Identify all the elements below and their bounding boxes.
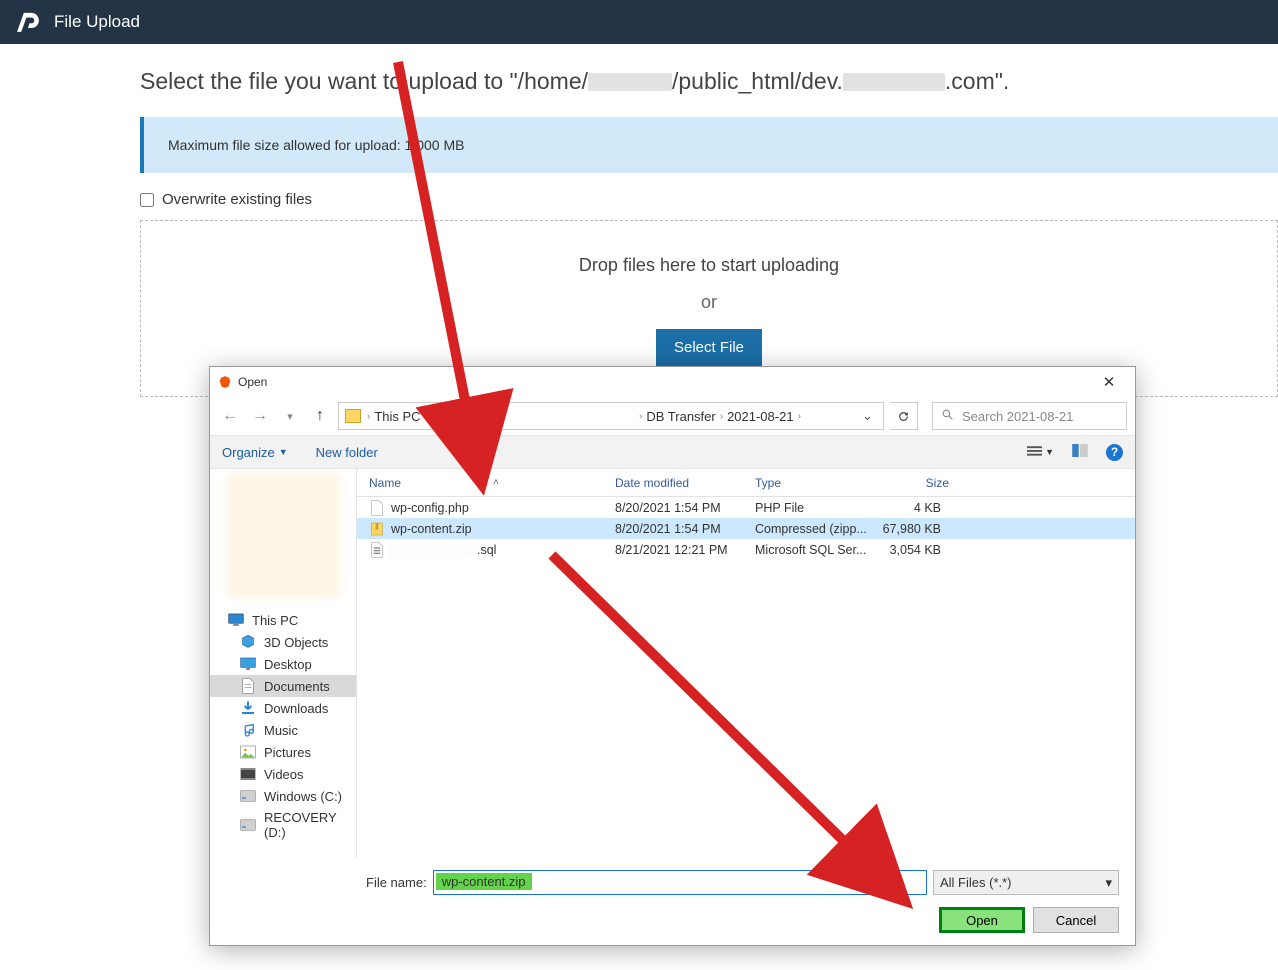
file-row[interactable]: wp-content.zip8/20/2021 1:54 PMCompresse…: [357, 518, 1135, 539]
cpanel-topbar: File Upload: [0, 0, 1278, 44]
dialog-bottom: File name: wp-content.zip All Files (*.*…: [210, 858, 1135, 945]
folder-tree[interactable]: This PC3D ObjectsDesktopDocumentsDownloa…: [210, 469, 357, 858]
heading-suffix: .com".: [945, 68, 1009, 94]
overwrite-checkbox[interactable]: [140, 193, 154, 207]
tree-item[interactable]: Documents: [210, 675, 356, 697]
cancel-button[interactable]: Cancel: [1033, 907, 1119, 933]
dropzone-text: Drop files here to start uploading: [141, 255, 1277, 276]
breadcrumb-item[interactable]: DB Transfer: [646, 409, 715, 424]
breadcrumb-item[interactable]: This PC: [374, 409, 420, 424]
dialog-title: Open: [238, 375, 267, 389]
help-button[interactable]: ?: [1106, 444, 1123, 461]
organize-button[interactable]: Organize▼: [222, 445, 288, 460]
tree-item[interactable]: 3D Objects: [210, 631, 356, 653]
nav-up-button[interactable]: ↑: [308, 404, 332, 428]
this-pc-icon: [228, 612, 244, 628]
tree-item-this-pc[interactable]: This PC: [210, 609, 356, 631]
filename-label: File name:: [366, 875, 427, 890]
heading-mid: /public_html/dev.: [672, 68, 843, 94]
tree-item-network[interactable]: ›Network: [210, 855, 356, 858]
crumb-sep-icon: ›: [425, 411, 428, 422]
search-input[interactable]: Search 2021-08-21: [932, 402, 1127, 430]
folder-icon: [240, 788, 256, 804]
dialog-toolbar: Organize▼ New folder ▼ ?: [210, 435, 1135, 469]
crumb-sep-icon: ›: [502, 411, 505, 422]
nav-forward-button[interactable]: →: [248, 404, 272, 428]
folder-icon: [240, 634, 256, 650]
dropzone-or: or: [141, 292, 1277, 313]
heading-prefix: Select the file you want to upload to "/…: [140, 68, 588, 94]
new-folder-button[interactable]: New folder: [316, 445, 378, 460]
info-banner: Maximum file size allowed for upload: 1,…: [140, 117, 1278, 173]
view-mode-button[interactable]: ▼: [1027, 446, 1054, 459]
redacted-user: [588, 73, 672, 91]
col-type-header[interactable]: Type: [755, 476, 873, 490]
col-name-header[interactable]: Name˄: [357, 476, 615, 490]
tree-quick-access-blurred: [226, 473, 341, 598]
file-row[interactable]: .sql8/21/2021 12:21 PMMicrosoft SQL Ser.…: [357, 539, 1135, 560]
file-icon: [369, 521, 385, 537]
filename-value: wp-content.zip: [436, 873, 532, 890]
dialog-titlebar: Open ✕: [210, 367, 1135, 397]
file-icon: [369, 542, 385, 558]
redacted-filename: [391, 543, 471, 556]
tree-item[interactable]: Windows (C:): [210, 785, 356, 807]
brave-icon: [218, 375, 232, 389]
sort-caret-icon: ˄: [493, 477, 499, 488]
crumb-sep-icon: ›: [720, 411, 723, 422]
col-date-header[interactable]: Date modified: [615, 476, 755, 490]
address-bar[interactable]: › This PC › Documents › › DB Transfer › …: [338, 402, 884, 430]
file-list: Name˄ Date modified Type Size wp-config.…: [357, 469, 1135, 858]
crumb-sep-icon: ›: [367, 411, 370, 422]
file-filter-dropdown[interactable]: All Files (*.*): [933, 870, 1119, 895]
close-button[interactable]: ✕: [1091, 369, 1127, 395]
tree-item[interactable]: Desktop: [210, 653, 356, 675]
list-header: Name˄ Date modified Type Size: [357, 469, 1135, 497]
nav-recent-button[interactable]: ▾: [278, 404, 302, 428]
search-placeholder: Search 2021-08-21: [962, 409, 1073, 424]
folder-icon: [240, 700, 256, 716]
breadcrumb-item[interactable]: 2021-08-21: [727, 409, 794, 424]
folder-icon: [240, 744, 256, 760]
tree-item[interactable]: Videos: [210, 763, 356, 785]
addr-dropdown-icon[interactable]: ⌄: [862, 408, 873, 424]
folder-icon: [240, 766, 256, 782]
main-content: Select the file you want to upload to "/…: [0, 44, 1278, 397]
page-title: File Upload: [54, 12, 140, 32]
redacted-domain: [843, 73, 945, 91]
folder-icon: [240, 817, 256, 833]
preview-pane-button[interactable]: [1072, 444, 1088, 460]
refresh-icon: [897, 410, 910, 423]
crumb-sep-icon: ›: [798, 411, 801, 422]
nav-back-button[interactable]: ←: [218, 404, 242, 428]
folder-icon: [240, 722, 256, 738]
refresh-button[interactable]: [890, 402, 918, 430]
filename-input[interactable]: wp-content.zip: [433, 870, 927, 895]
file-row[interactable]: wp-config.php8/20/2021 1:54 PMPHP File4 …: [357, 497, 1135, 518]
tree-item[interactable]: Music: [210, 719, 356, 741]
breadcrumb-item[interactable]: Documents: [432, 409, 498, 424]
overwrite-checkbox-row[interactable]: Overwrite existing files: [140, 191, 1278, 208]
file-open-dialog: Open ✕ ← → ▾ ↑ › This PC › Documents › ›…: [209, 366, 1136, 946]
breadcrumb-item-redacted[interactable]: [509, 409, 635, 424]
tree-item[interactable]: Downloads: [210, 697, 356, 719]
overwrite-label: Overwrite existing files: [162, 191, 312, 208]
folder-icon: [240, 678, 256, 694]
tree-item[interactable]: RECOVERY (D:): [210, 807, 356, 843]
crumb-sep-icon: ›: [639, 411, 642, 422]
banner-text: Maximum file size allowed for upload: 1,…: [168, 137, 464, 153]
tree-item[interactable]: Pictures: [210, 741, 356, 763]
folder-icon: [240, 656, 256, 672]
select-file-button[interactable]: Select File: [656, 329, 762, 366]
search-icon: [941, 408, 954, 424]
file-icon: [369, 500, 385, 516]
open-button[interactable]: Open: [939, 907, 1025, 933]
dialog-body: This PC3D ObjectsDesktopDocumentsDownloa…: [210, 469, 1135, 858]
dialog-navbar: ← → ▾ ↑ › This PC › Documents › › DB Tra…: [210, 397, 1135, 435]
upload-heading: Select the file you want to upload to "/…: [140, 68, 1278, 95]
cpanel-logo-icon: [16, 9, 42, 35]
folder-icon: [345, 409, 361, 423]
col-size-header[interactable]: Size: [873, 476, 949, 490]
